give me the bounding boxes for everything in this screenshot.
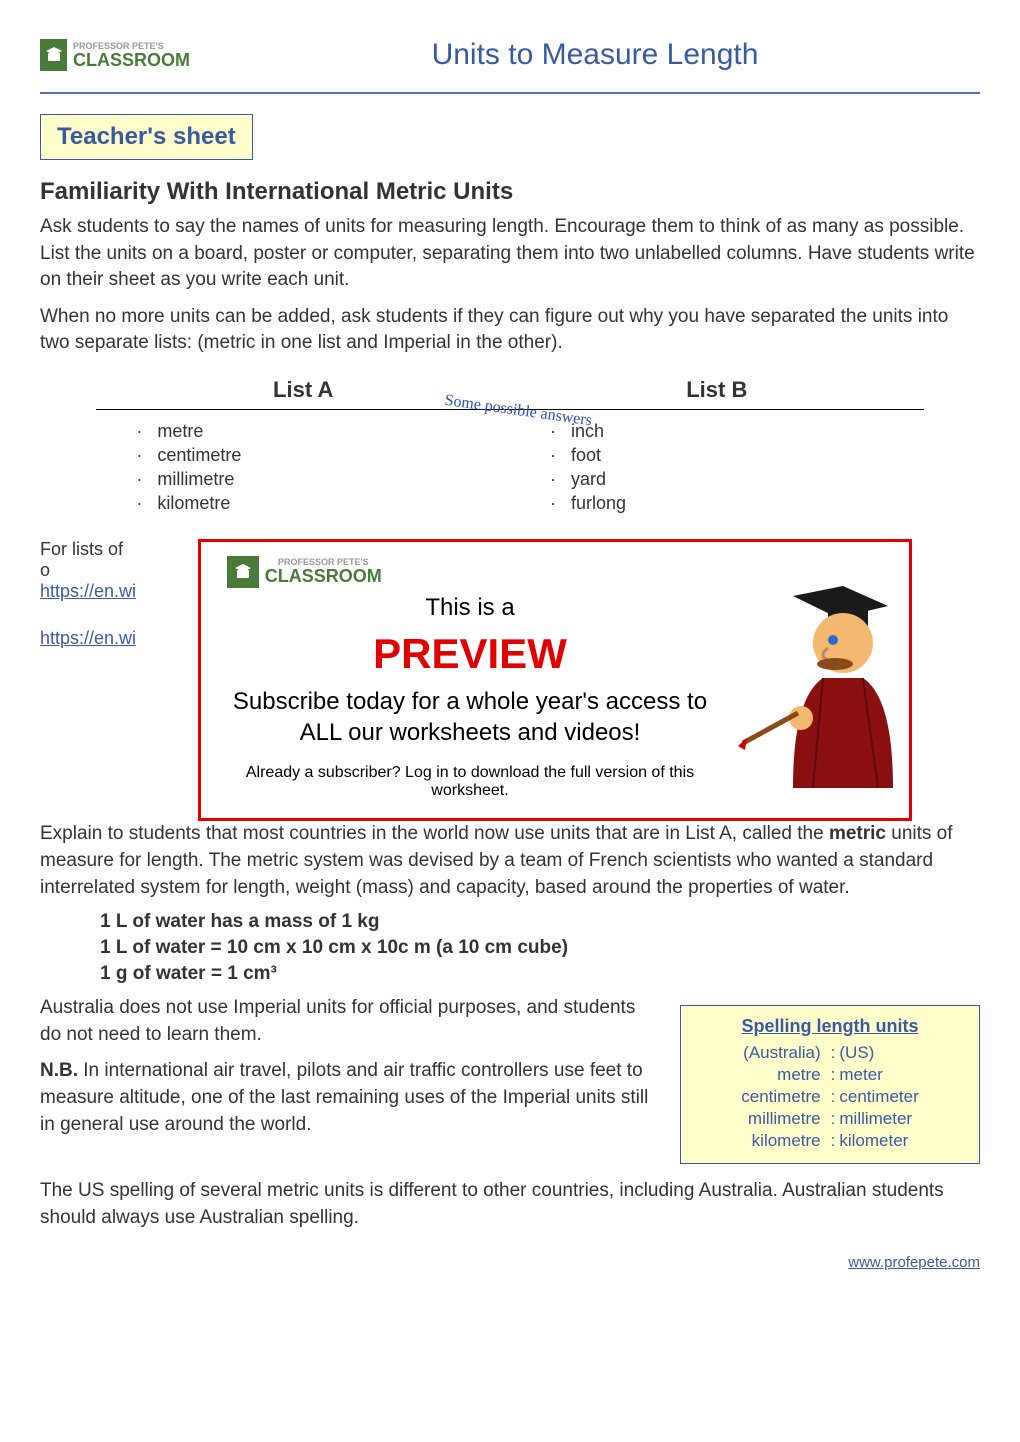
spelling-units-box: Spelling length units (Australia) : (US)… — [680, 1005, 980, 1164]
spelling-header-left: (Australia) — [701, 1043, 827, 1063]
spelling-row: kilometre:kilometer — [701, 1131, 959, 1151]
list-item: kilometre — [136, 493, 470, 514]
footer: www.profepete.com — [40, 1251, 980, 1272]
page-header: PROFESSOR PETE'S CLASSROOM Units to Meas… — [40, 30, 980, 94]
preview-this-is: This is a — [217, 594, 723, 622]
preview-logo: PROFESSOR PETE'S CLASSROOM — [227, 556, 723, 588]
teacher-sheet-label: Teacher's sheet — [57, 123, 236, 150]
intro-paragraph-2: When no more units can be added, ask stu… — [40, 304, 980, 357]
preview-overlay: PROFESSOR PETE'S CLASSROOM This is a PRE… — [198, 539, 912, 821]
lower-left-text: Australia does not use Imperial units fo… — [40, 995, 660, 1148]
list-item: furlong — [550, 493, 884, 514]
logo-text-bottom: CLASSROOM — [73, 51, 190, 69]
list-item: centimetre — [136, 445, 470, 466]
intro-paragraph-1: Ask students to say the names of units f… — [40, 214, 980, 294]
units-table-body: Some possible answers metre centimetre m… — [96, 410, 923, 525]
truncated-text: For lists of o — [40, 539, 130, 581]
page-title: Units to Measure Length — [210, 38, 980, 72]
list-item: yard — [550, 469, 884, 490]
spelling-header-right: (US) — [839, 1043, 959, 1063]
us-spelling-paragraph: The US spelling of several metric units … — [40, 1178, 980, 1231]
professor-character-icon — [733, 568, 893, 788]
preview-logo-text-bottom: CLASSROOM — [265, 567, 382, 585]
spelling-title: Spelling length units — [701, 1016, 959, 1037]
preview-sub-text: Subscribe today for a whole year's acces… — [217, 686, 723, 748]
preview-footer-text: Already a subscriber? Log in to download… — [217, 764, 723, 800]
wiki-link-1[interactable]: https://en.wi — [40, 581, 136, 601]
preview-big-label: PREVIEW — [217, 630, 723, 678]
logo-icon — [227, 556, 259, 588]
spelling-header-row: (Australia) : (US) — [701, 1043, 959, 1063]
list-a-items: metre centimetre millimetre kilometre — [96, 410, 510, 525]
australia-paragraph-2: N.B. In international air travel, pilots… — [40, 1058, 660, 1138]
list-item: inch — [550, 421, 884, 442]
explain-paragraph: Explain to students that most countries … — [40, 821, 980, 901]
wiki-link-2[interactable]: https://en.wi — [40, 628, 136, 648]
brand-logo: PROFESSOR PETE'S CLASSROOM — [40, 30, 190, 80]
fact-item: 1 L of water = 10 cm x 10 cm x 10c m (a … — [100, 937, 980, 959]
water-facts-list: 1 L of water has a mass of 1 kg 1 L of w… — [100, 911, 980, 985]
list-item: millimetre — [136, 469, 470, 490]
teacher-sheet-badge: Teacher's sheet — [40, 114, 253, 160]
logo-text: PROFESSOR PETE'S CLASSROOM — [73, 42, 190, 69]
spelling-row: millimetre:millimeter — [701, 1109, 959, 1129]
list-item: foot — [550, 445, 884, 466]
spelling-row: metre:meter — [701, 1065, 959, 1085]
fact-item: 1 g of water = 1 cm³ — [100, 963, 980, 985]
list-item: metre — [136, 421, 470, 442]
preview-content: PROFESSOR PETE'S CLASSROOM This is a PRE… — [217, 556, 723, 800]
units-table: List A List B Some possible answers metr… — [96, 371, 923, 525]
australia-paragraph-1: Australia does not use Imperial units fo… — [40, 995, 660, 1048]
lower-section: Australia does not use Imperial units fo… — [40, 995, 980, 1164]
section-heading: Familiarity With International Metric Un… — [40, 178, 980, 206]
logo-icon — [40, 39, 67, 71]
spelling-row: centimetre:centimeter — [701, 1087, 959, 1107]
footer-website-link[interactable]: www.profepete.com — [848, 1254, 980, 1271]
fact-item: 1 L of water has a mass of 1 kg — [100, 911, 980, 933]
list-b-header: List B — [510, 371, 924, 409]
